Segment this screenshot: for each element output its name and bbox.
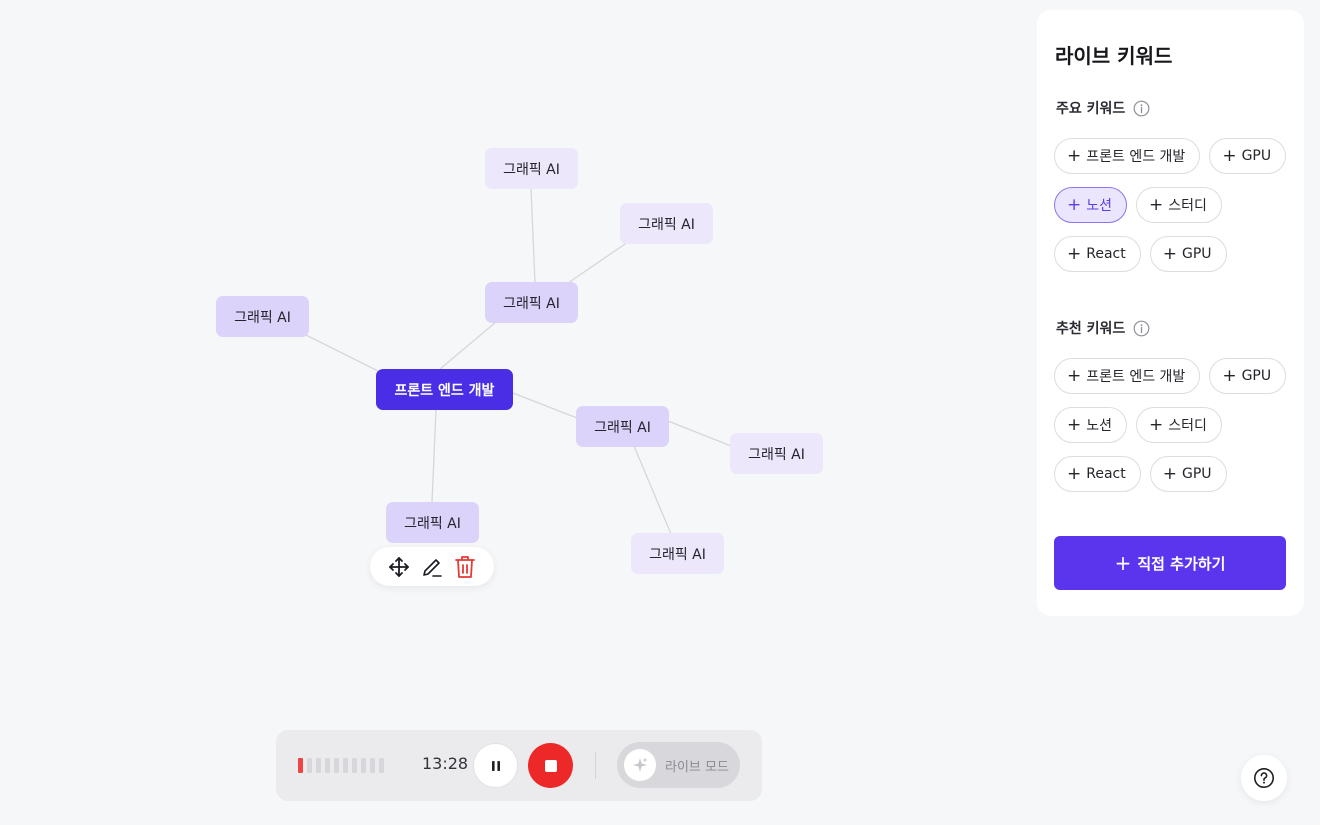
- info-icon[interactable]: [1133, 100, 1150, 117]
- keyword-chip[interactable]: + GPU: [1149, 456, 1227, 492]
- keyword-chip[interactable]: + GPU: [1209, 138, 1287, 174]
- mindmap-node[interactable]: 그래픽 AI: [576, 406, 669, 447]
- level-segment: [298, 758, 303, 773]
- divider: [595, 752, 596, 779]
- mindmap-node[interactable]: 그래픽 AI: [730, 433, 823, 474]
- edge-bottom-right: [633, 445, 672, 535]
- keyword-chip[interactable]: + React: [1054, 456, 1141, 492]
- mindmap-node[interactable]: 그래픽 AI: [216, 296, 309, 337]
- mindmap-node[interactable]: 그래픽 AI: [620, 203, 713, 244]
- level-segment: [379, 758, 384, 773]
- level-segment: [343, 758, 348, 773]
- move-icon[interactable]: [386, 554, 412, 580]
- edge-far-right: [667, 420, 732, 447]
- edit-icon[interactable]: [419, 554, 445, 580]
- stop-button[interactable]: [528, 743, 573, 788]
- edge-mid-upper: [439, 321, 497, 370]
- keyword-chip[interactable]: + 프론트 엔드 개발: [1054, 138, 1201, 174]
- live-mode-toggle[interactable]: 라이브 모드: [617, 742, 740, 788]
- level-segment: [307, 758, 312, 773]
- main-keywords-header: 주요 키워드: [1056, 98, 1150, 118]
- mindmap-node[interactable]: 그래픽 AI: [485, 282, 578, 323]
- audio-level-meter: [298, 758, 384, 773]
- keyword-chip[interactable]: + GPU: [1209, 358, 1287, 394]
- live-mode-label: 라이브 모드: [665, 759, 729, 775]
- mindmap-root-node[interactable]: 프론트 엔드 개발: [376, 369, 513, 410]
- pause-button[interactable]: [473, 743, 518, 788]
- level-segment: [325, 758, 330, 773]
- level-segment: [352, 758, 357, 773]
- main-keywords-title: 주요 키워드: [1056, 101, 1126, 117]
- mindmap-node[interactable]: 그래픽 AI: [485, 148, 578, 189]
- keyword-chip[interactable]: + React: [1054, 236, 1141, 272]
- sparkle-icon: [624, 749, 656, 781]
- level-segment: [361, 758, 366, 773]
- edge-bottom-left: [431, 409, 437, 503]
- plus-icon: +: [1114, 551, 1132, 575]
- edge-mid-right: [512, 392, 578, 419]
- keyword-chip[interactable]: + 노션: [1054, 407, 1128, 443]
- edge-left: [301, 332, 381, 373]
- recording-timer: 13:28: [422, 754, 469, 773]
- recommended-keywords-header: 추천 키워드: [1056, 318, 1150, 338]
- keyword-chip[interactable]: + 스터디: [1136, 187, 1222, 223]
- mindmap-edges: [301, 187, 732, 535]
- stop-icon: [544, 759, 557, 772]
- edge-top-right: [567, 241, 629, 284]
- node-toolbar: [370, 547, 494, 586]
- panel-title: 라이브 키워드: [1055, 44, 1173, 68]
- edge-top: [530, 187, 536, 284]
- keyword-chip[interactable]: + 스터디: [1136, 407, 1222, 443]
- mindmap-node-selected[interactable]: 그래픽 AI: [386, 502, 479, 543]
- level-segment: [370, 758, 375, 773]
- help-button[interactable]: [1241, 755, 1287, 801]
- mindmap-canvas[interactable]: 그래픽 AI 그래픽 AI 그래픽 AI 그래픽 AI 프론트 엔드 개발 그래…: [0, 0, 1030, 825]
- keyword-chip[interactable]: + GPU: [1149, 236, 1227, 272]
- pause-icon: [491, 760, 500, 771]
- help-icon: [1254, 768, 1274, 788]
- keyword-chip-active[interactable]: + 노션: [1054, 187, 1128, 223]
- delete-icon[interactable]: [452, 554, 478, 580]
- level-segment: [316, 758, 321, 773]
- live-keywords-panel: 라이브 키워드 주요 키워드 + 프론트 엔드 개발 + GPU + 노션 + 스터디 …: [1037, 10, 1304, 616]
- keyword-chip[interactable]: + 프론트 엔드 개발: [1054, 358, 1201, 394]
- recorder-bar: 13:28 라이브 모드: [276, 730, 762, 801]
- info-icon[interactable]: [1133, 320, 1150, 337]
- mindmap-node[interactable]: 그래픽 AI: [631, 533, 724, 574]
- add-keyword-button[interactable]: + 직접 추가하기: [1054, 536, 1286, 590]
- recommended-keywords-title: 추천 키워드: [1056, 321, 1126, 337]
- level-segment: [334, 758, 339, 773]
